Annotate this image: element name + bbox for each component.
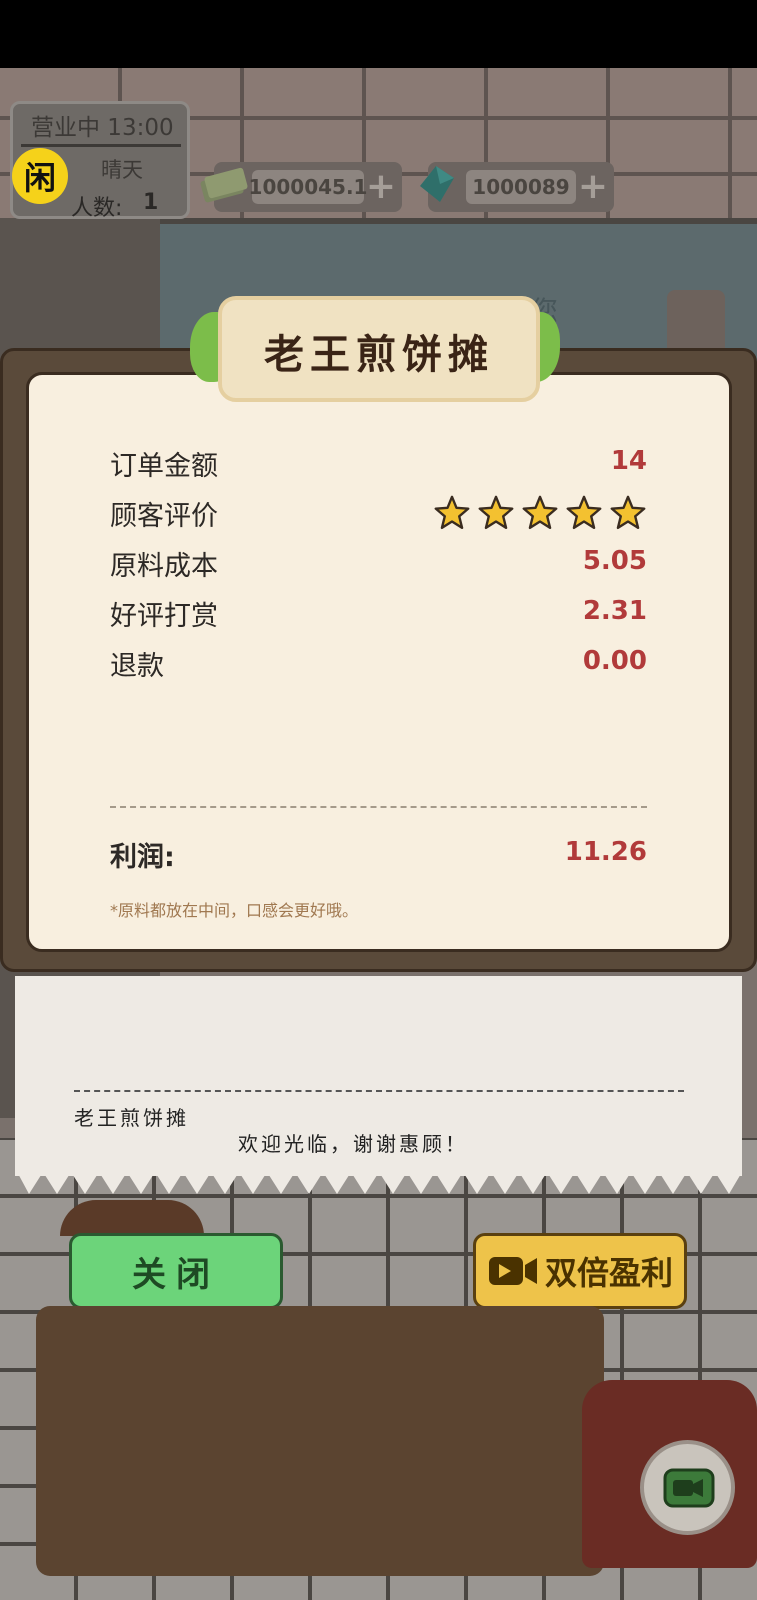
- weather-text: 晴天: [101, 158, 143, 182]
- customers-label: 人数:: [71, 196, 123, 221]
- star-icon: [478, 495, 514, 530]
- tip-value: 2.31: [582, 596, 647, 626]
- profit-row: 利润: 11.26: [110, 835, 647, 875]
- close-button[interactable]: 关闭: [69, 1233, 283, 1309]
- receipt-divider: [74, 1090, 684, 1092]
- rating-stars: [433, 494, 647, 532]
- shop-title-banner: 老王煎饼摊: [218, 296, 540, 402]
- divider: [21, 144, 181, 147]
- gem-icon: [420, 166, 454, 202]
- video-icon: [488, 1257, 537, 1285]
- receipt-shop-name: 老王煎饼摊: [74, 1106, 189, 1130]
- cash-value: 1000045.1: [249, 170, 367, 204]
- star-icon: [610, 495, 646, 530]
- double-profit-label: 双倍盈利: [544, 1254, 673, 1292]
- ingredient-cost-row: 原料成本 5.05: [110, 544, 647, 584]
- ingredient-cost-label: 原料成本: [110, 551, 218, 582]
- customer-rating-row: 顾客评价: [110, 494, 647, 534]
- profit-label: 利润:: [110, 842, 175, 873]
- ingredient-cost-value: 5.05: [582, 546, 647, 576]
- double-profit-button[interactable]: 双倍盈利: [473, 1233, 687, 1309]
- receipt-torn-edge: [15, 1168, 742, 1194]
- tip-note: *原料都放在中间，口感会更好哦。: [110, 901, 359, 920]
- refund-value: 0.00: [582, 646, 647, 676]
- star-icon: [566, 495, 602, 530]
- shop-title: 老王煎饼摊: [264, 332, 494, 378]
- order-amount-row: 订单金额 14: [110, 444, 647, 484]
- add-gem-button[interactable]: +: [574, 168, 612, 206]
- tip-label: 好评打赏: [110, 601, 218, 632]
- stool: [60, 1200, 204, 1236]
- customers-value: 1: [143, 190, 159, 215]
- star-icon: [434, 495, 470, 530]
- cash-icon: [200, 167, 248, 203]
- logo-glyph: 闲: [23, 159, 56, 197]
- cash-counter: 1000045.1 +: [200, 162, 402, 212]
- gem-value: 1000089: [466, 170, 576, 204]
- receipt-thanks: 欢迎光临，谢谢惠顾！: [238, 1132, 468, 1156]
- system-status-bar: [0, 0, 757, 68]
- customer-rating-label: 顾客评价: [110, 501, 218, 532]
- refund-label: 退款: [110, 651, 164, 682]
- profit-value: 11.26: [564, 837, 647, 867]
- refund-row: 退款 0.00: [110, 644, 647, 684]
- cooking-board: [36, 1306, 604, 1576]
- order-amount-label: 订单金额: [110, 451, 218, 482]
- add-cash-button[interactable]: +: [362, 168, 400, 206]
- phone-video-icon[interactable]: [663, 1468, 715, 1508]
- tip-row: 好评打赏 2.31: [110, 594, 647, 634]
- open-time: 营业中 13:00: [31, 115, 174, 141]
- dashed-divider: [110, 806, 647, 808]
- star-icon: [522, 495, 558, 530]
- app-logo-icon[interactable]: 闲: [12, 148, 68, 204]
- close-button-label: 关闭: [132, 1254, 220, 1295]
- gem-counter: 1000089 +: [420, 162, 614, 212]
- order-amount-value: 14: [610, 446, 647, 476]
